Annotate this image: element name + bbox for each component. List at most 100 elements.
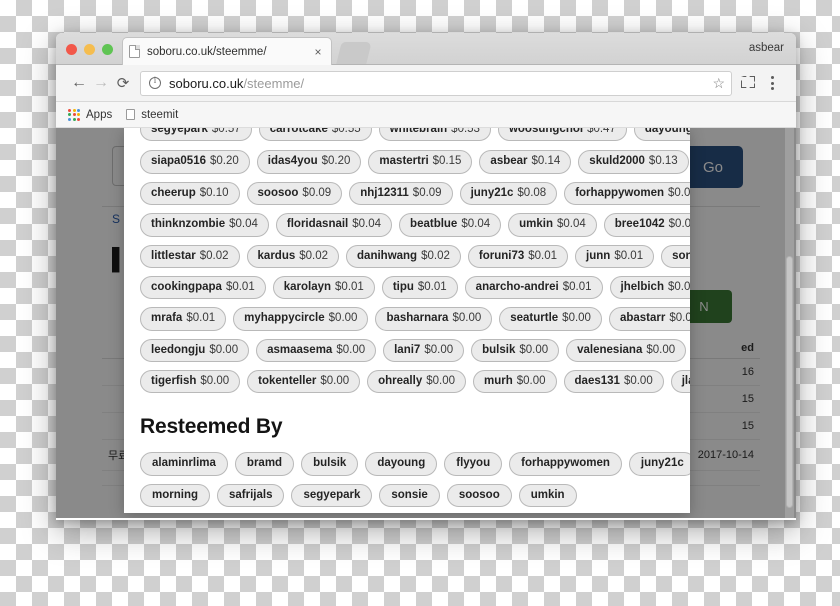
voter-amount: $0.57	[211, 128, 241, 135]
voter-pill[interactable]: cookingpapa $0.01	[140, 275, 266, 300]
voter-username: tokenteller	[258, 375, 317, 387]
voter-pill[interactable]: anarcho-andrei $0.01	[464, 275, 603, 300]
back-icon[interactable]: ←	[68, 75, 90, 91]
voter-username: skuld2000	[589, 155, 645, 168]
bookmark-apps[interactable]: Apps	[68, 108, 112, 121]
close-icon[interactable]: ×	[311, 46, 325, 58]
bookmark-steemit[interactable]: steemit	[126, 109, 178, 121]
voter-username: woosungchoi	[508, 128, 584, 135]
voter-pill[interactable]: jla415$0.00	[670, 370, 690, 394]
voter-pill[interactable]: mastertri $0.15	[368, 150, 473, 174]
voter-pill[interactable]: tipu $0.01	[381, 275, 458, 300]
page-scrollbar-thumb[interactable]	[786, 256, 793, 508]
star-icon[interactable]: ☆	[704, 75, 725, 92]
resteemer-pill[interactable]: dayoung	[365, 452, 438, 476]
new-tab-button[interactable]	[336, 42, 372, 64]
voter-pill[interactable]: asmaasema $0.00	[256, 338, 377, 362]
voter-amount: $0.55	[331, 128, 361, 135]
resteemer-pill[interactable]: segyepark	[291, 483, 373, 508]
close-window-button[interactable]	[66, 44, 77, 55]
voter-pill[interactable]: ohreally $0.00	[367, 370, 466, 394]
voter-pill[interactable]: forhappywomen $0.06	[564, 181, 690, 206]
voter-amount: $0.09	[412, 186, 442, 199]
voter-pill[interactable]: murh $0.00	[473, 370, 557, 394]
voter-pill[interactable]: soosoo $0.09	[246, 181, 343, 206]
voter-pill[interactable]: bree1042$0.03	[603, 213, 690, 237]
browser-tab[interactable]: soboru.co.uk/steemme/ ×	[122, 37, 332, 65]
forward-icon[interactable]: →	[90, 75, 112, 91]
voter-pill[interactable]: cheerup $0.10	[140, 181, 240, 206]
resteemer-pill[interactable]: bulsik	[301, 452, 359, 476]
voter-username: mastertri	[379, 155, 429, 168]
voter-username: umkin	[519, 218, 553, 231]
voter-pill[interactable]: asbear $0.14	[479, 150, 572, 174]
voter-pill[interactable]: junn $0.01	[575, 244, 655, 268]
voter-pill[interactable]: daes131 $0.00	[563, 370, 664, 394]
address-bar[interactable]: soboru.co.uk/steemme/ ☆	[140, 70, 732, 96]
voter-pill[interactable]: carrotcake $0.55	[258, 128, 372, 142]
voter-row: siapa0516 $0.20 idas4you $0.20 mastertri $0…	[140, 150, 689, 174]
voter-pill[interactable]: mrafa $0.01	[140, 307, 227, 331]
voter-username: sonsie	[672, 249, 690, 262]
voter-username: tipu	[392, 280, 414, 293]
voter-pill[interactable]: nhj12311 $0.09	[349, 181, 453, 206]
info-circle-icon[interactable]	[149, 75, 161, 89]
voter-username: foruni73	[478, 249, 525, 262]
resteemer-pill[interactable]: bramd	[234, 452, 295, 476]
voter-pill[interactable]: floridasnail $0.04	[275, 213, 393, 237]
voter-pill[interactable]: juny21c $0.08	[459, 181, 558, 206]
resteemer-pill[interactable]: flyyou	[444, 452, 503, 476]
voter-pill[interactable]: segyepark $0.57	[140, 128, 252, 142]
voter-pill[interactable]: whitebrain $0.53	[378, 128, 491, 142]
cast-icon[interactable]	[736, 75, 760, 91]
voter-pill[interactable]: skuld2000 $0.13	[578, 150, 689, 174]
voter-username: soosoo	[257, 186, 299, 199]
voter-pill[interactable]: lani7 $0.00	[383, 338, 465, 362]
reload-icon[interactable]: ⟳	[112, 76, 134, 91]
voter-amount: $0.53	[451, 128, 480, 135]
resteemer-pill[interactable]: sonsie	[379, 483, 440, 508]
browser-window: soboru.co.uk/steemme/ × asbear ← → ⟳ sob…	[56, 33, 796, 520]
maximize-window-button[interactable]	[102, 44, 113, 55]
voter-username: daes131	[574, 375, 620, 387]
voter-username: whitebrain	[389, 128, 448, 135]
voter-amount: $0.01	[614, 249, 644, 262]
voter-pill[interactable]: abastarr$0.00	[608, 307, 690, 331]
resteemer-pill[interactable]: forhappywomen	[509, 452, 622, 476]
voter-pill[interactable]: tigerfish $0.00	[140, 370, 241, 394]
resteemer-pill[interactable]: juny21c	[628, 452, 690, 476]
voter-pill[interactable]: idas4you $0.20	[256, 150, 362, 174]
voter-username: kardus	[257, 249, 296, 262]
voter-pill[interactable]: danihwang $0.02	[346, 244, 461, 268]
minimize-window-button[interactable]	[84, 44, 95, 55]
resteemer-pill[interactable]: morning	[140, 483, 210, 508]
voter-pill[interactable]: foruni73 $0.01	[467, 244, 569, 268]
voter-pill[interactable]: thinknzombie $0.04	[140, 213, 269, 237]
voter-pill[interactable]: littlestar $0.02	[140, 244, 240, 268]
voter-pill[interactable]: umkin $0.04	[508, 213, 597, 237]
voter-pill[interactable]: sonsie$0.01	[661, 244, 690, 268]
page-scrollbar[interactable]	[785, 128, 794, 518]
voter-pill[interactable]: seaturtle $0.00	[499, 307, 602, 331]
voter-pill[interactable]: kardus $0.02	[246, 244, 340, 268]
voter-pill[interactable]: karolayn $0.01	[272, 275, 375, 300]
voter-pill[interactable]: woosungchoi $0.47	[497, 128, 627, 142]
voter-pill[interactable]: dayoung$0.43	[633, 128, 690, 142]
voter-pill[interactable]: bulsik $0.00	[471, 338, 560, 362]
voter-pill[interactable]: valenesiana $0.00	[566, 338, 687, 362]
profile-name[interactable]: asbear	[749, 42, 784, 54]
voter-username: carrotcake	[269, 128, 328, 135]
voter-pill[interactable]: tokenteller $0.00	[247, 370, 361, 394]
resteemer-pill[interactable]: umkin	[518, 483, 577, 508]
voter-pill[interactable]: siapa0516 $0.20	[140, 150, 250, 174]
resteemer-pill[interactable]: safrijals	[217, 483, 285, 508]
voter-pill[interactable]: basharnara $0.00	[375, 307, 493, 331]
voter-pill[interactable]: myhappycircle $0.00	[233, 307, 369, 331]
voter-pill[interactable]: leedongju $0.00	[140, 338, 250, 362]
resteemer-pill[interactable]: soosoo	[446, 483, 512, 508]
resteemer-row: alaminrlima bramd bulsik dayoung flyyou …	[140, 452, 690, 476]
voter-pill[interactable]: jhelbich$0.01	[609, 275, 690, 300]
kebab-menu-icon[interactable]	[760, 76, 784, 90]
resteemer-pill[interactable]: alaminrlima	[140, 452, 228, 476]
voter-pill[interactable]: beatblue $0.04	[399, 213, 502, 237]
